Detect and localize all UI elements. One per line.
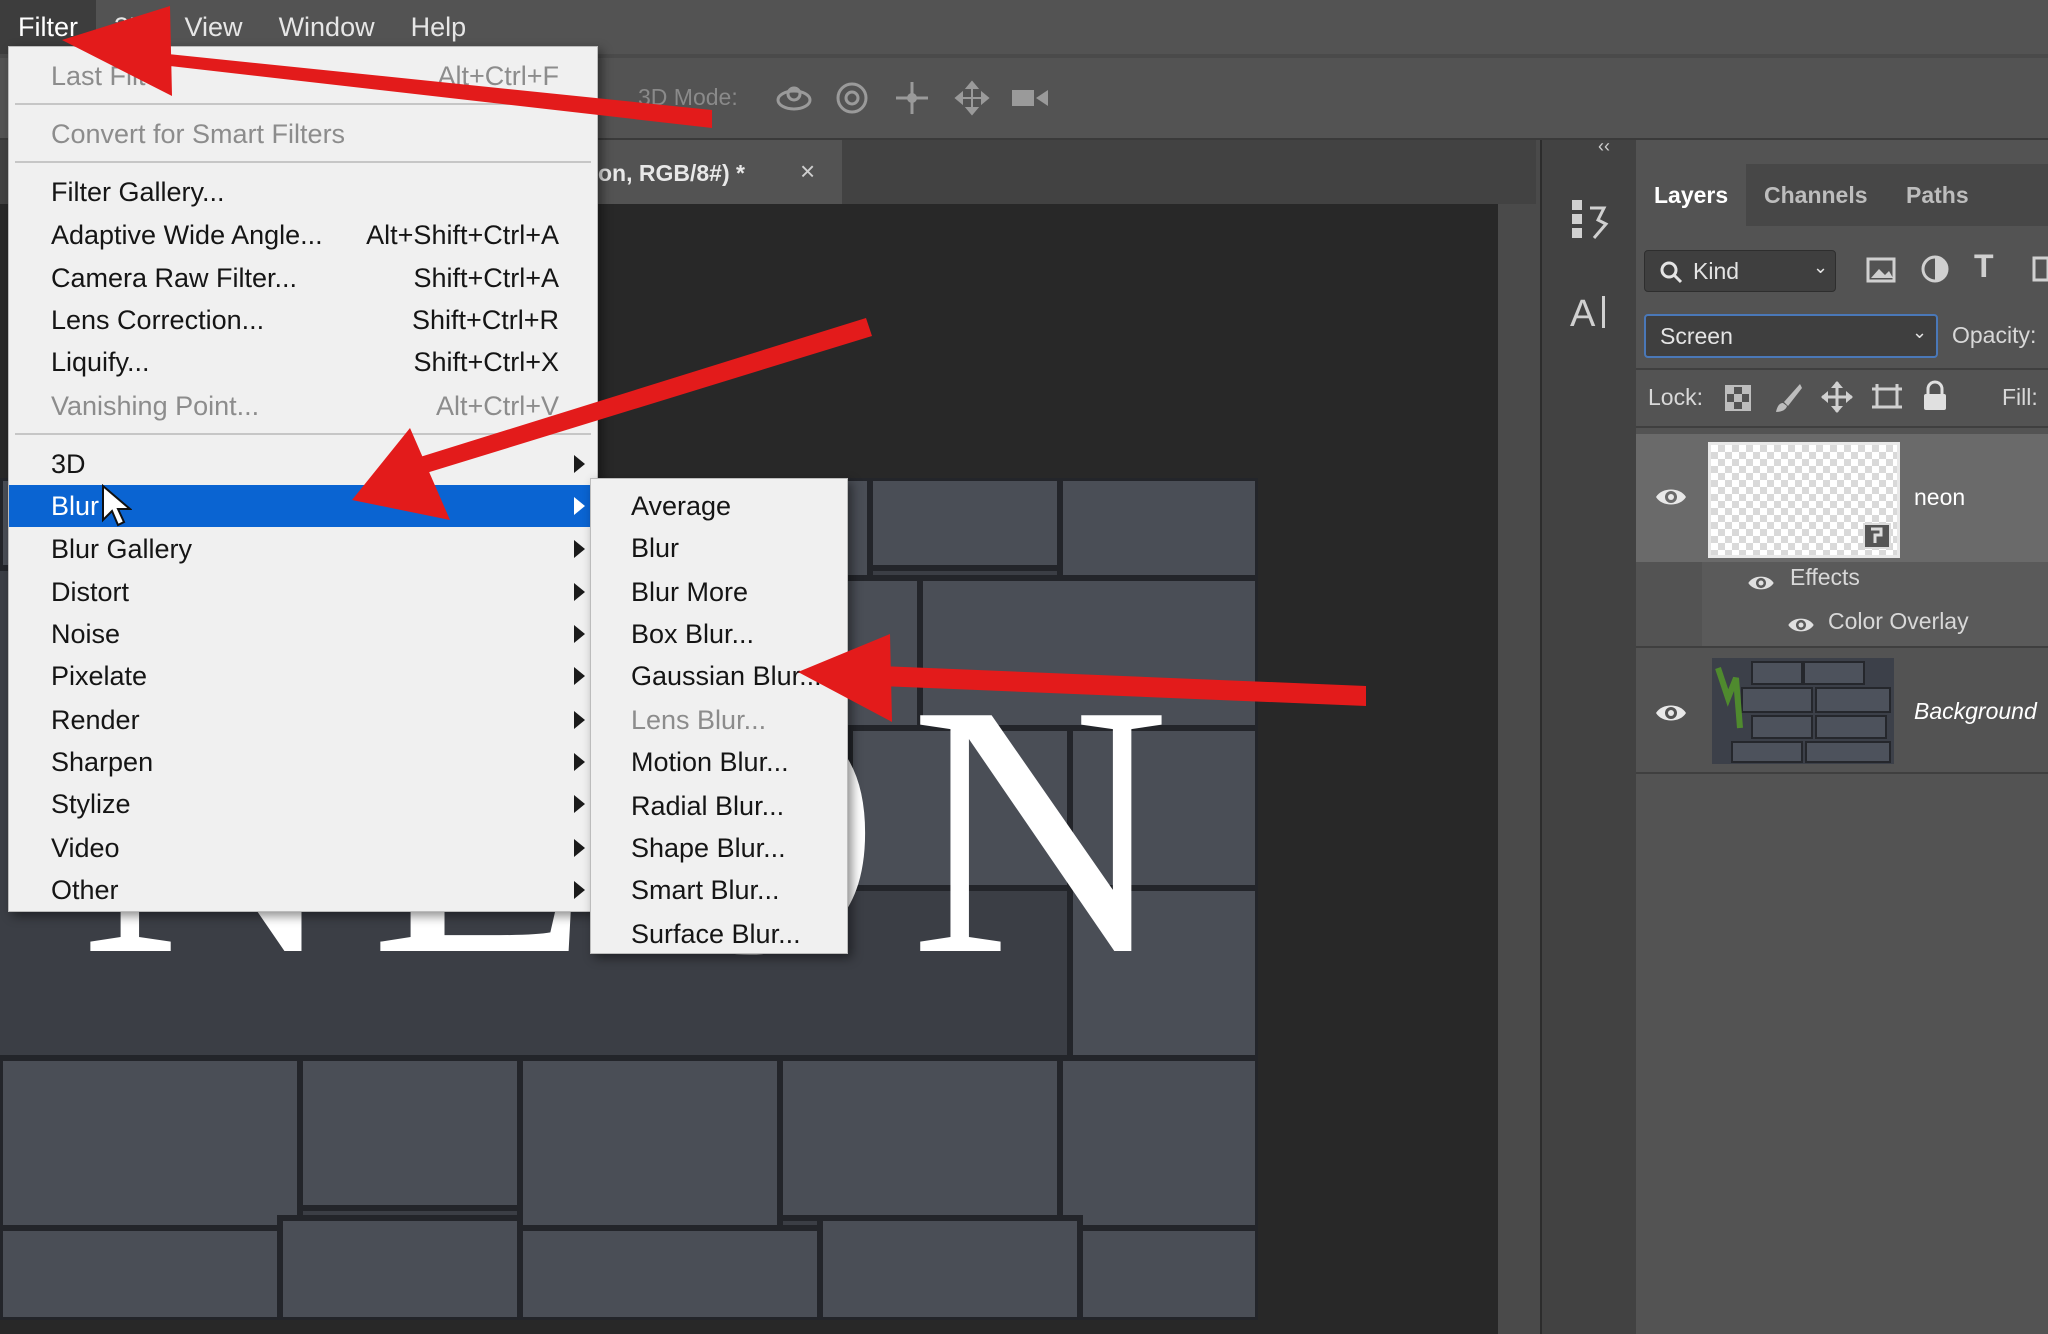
annotation-arrow-to-gaussian-blur xyxy=(798,634,1366,722)
annotation-arrows xyxy=(62,6,1366,722)
annotation-arrow-to-blur-item xyxy=(352,318,872,520)
annotation-arrow-to-filter-menu xyxy=(62,6,712,128)
